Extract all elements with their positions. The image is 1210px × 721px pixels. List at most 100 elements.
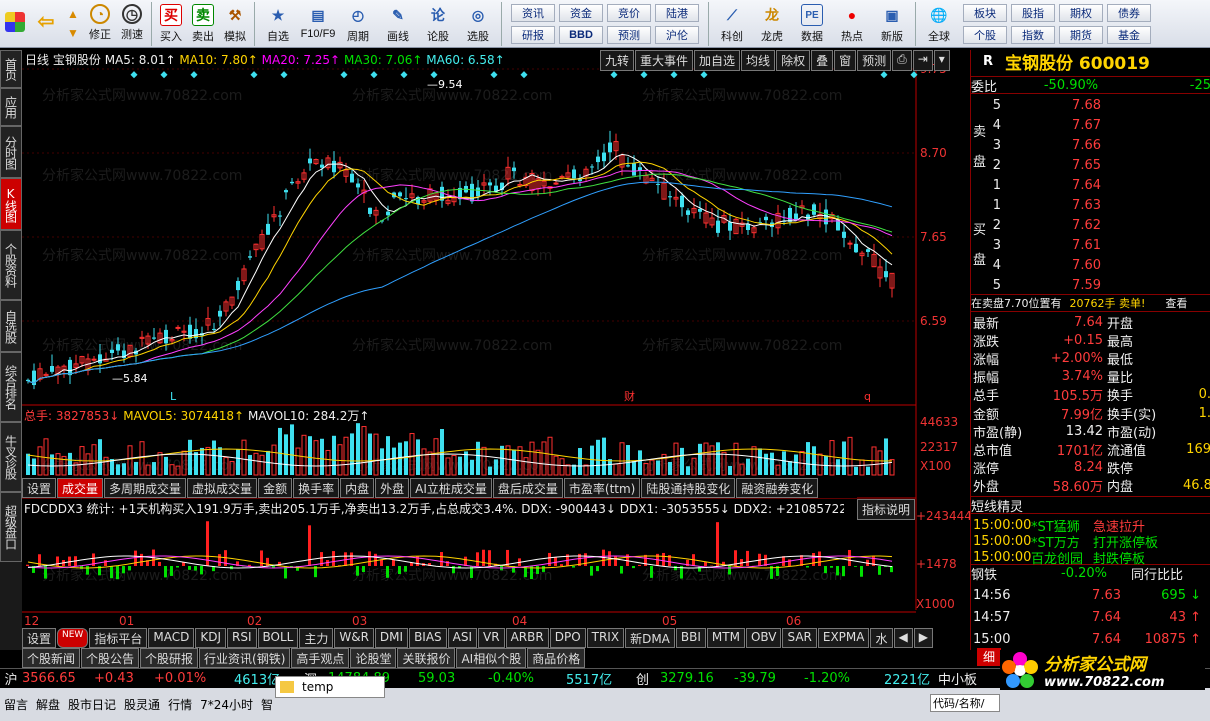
ind-rsi[interactable]: RSI <box>227 628 257 648</box>
ind-bbi[interactable]: BBI <box>675 628 706 648</box>
func-outer[interactable]: 外盘 <box>375 478 410 498</box>
diary-button[interactable]: 股市日记 <box>68 696 116 713</box>
tick-row[interactable]: 14:57 7.64 43 ↑ <box>971 608 1210 626</box>
scroll-right-icon[interactable]: ▶ <box>913 628 933 648</box>
indicator-help-button[interactable]: 指标说明 <box>857 499 916 520</box>
news-related[interactable]: 关联报价 <box>397 648 456 668</box>
ind-boll[interactable]: BOLL <box>257 628 299 648</box>
options-button[interactable]: 期权 <box>1059 4 1103 22</box>
tool-exright[interactable]: 除权 <box>776 50 811 71</box>
func-margin[interactable]: 融资融券变化 <box>736 478 819 498</box>
tick-row[interactable]: 15:00 7.64 10875 ↑ <box>971 630 1210 648</box>
futures-button[interactable]: 期货 <box>1059 26 1103 44</box>
tool-overlay[interactable]: 叠 <box>811 50 834 71</box>
func-hk-holdings[interactable]: 陆股通持股变化 <box>641 478 736 498</box>
dropdown-icon[interactable]: ▾ <box>933 50 950 71</box>
kline-chart[interactable]: 9.758.707.656.594463322317X100+243444+14… <box>22 50 972 632</box>
screener-button[interactable]: ◎ 选股 <box>458 0 498 46</box>
market-button[interactable]: 行情 <box>168 696 192 713</box>
ind-kdj[interactable]: KDJ <box>195 628 226 648</box>
news-button[interactable]: 资讯 <box>511 4 555 22</box>
speedtest-button[interactable]: ◷ 测速 <box>116 0 148 46</box>
func-volume[interactable]: 成交量 <box>57 478 104 498</box>
tab-stock-info[interactable]: 个股资料 <box>0 230 22 300</box>
draw-button[interactable]: ✎ 画线 <box>378 0 418 46</box>
buy-row[interactable]: 5 7.59 <box>971 276 1210 294</box>
stat-row[interactable]: 总手 105.5万 换手 0. <box>971 386 1210 404</box>
updown-icon[interactable]: ▲ ▼ <box>62 0 84 46</box>
stat-row[interactable]: 涨停 8.24 跌停 <box>971 459 1210 477</box>
tab-apps[interactable]: 应用 <box>0 88 22 126</box>
stat-row[interactable]: 涨幅 +2.00% 最低 <box>971 349 1210 368</box>
repair-button[interactable]: ◔ 修正 <box>84 0 116 46</box>
auction-button[interactable]: 竞价 <box>607 4 651 22</box>
ind-wr[interactable]: W&R <box>334 628 374 648</box>
ind-dmi[interactable]: DMI <box>374 628 409 648</box>
news-experts[interactable]: 高手观点 <box>291 648 350 668</box>
lock-icon[interactable]: ⎙ <box>892 50 912 71</box>
msg-button[interactable]: 留言 <box>4 696 28 713</box>
tool-add-watch[interactable]: 加自选 <box>694 50 741 71</box>
stocks-button[interactable]: 个股 <box>963 26 1007 44</box>
sell-row[interactable]: 5 7.68 <box>971 96 1210 114</box>
back-button[interactable]: ⇦ <box>30 0 62 46</box>
forecast-button[interactable]: 预测 <box>607 26 651 44</box>
sell-button[interactable]: 卖卖出 <box>187 0 219 46</box>
tab-watchlist[interactable]: 自选股 <box>0 300 22 352</box>
tool-forecast[interactable]: 预测 <box>857 50 892 71</box>
newver-button[interactable]: ▣ 新版 <box>872 0 912 46</box>
watchlist-button[interactable]: ★ 自选 <box>258 0 298 46</box>
tool-jiuzhuan[interactable]: 九转 <box>600 50 635 71</box>
sell-row[interactable]: 4 7.67 <box>971 116 1210 134</box>
news247-button[interactable]: 7*24小时 <box>200 696 253 713</box>
stat-row[interactable]: 市盈(静) 13.42 市盈(动) <box>971 422 1210 441</box>
sector-button[interactable]: 板块 <box>963 4 1007 22</box>
ind-mtm[interactable]: MTM <box>706 628 745 648</box>
buy-row[interactable]: 3 7.61 <box>971 236 1210 254</box>
news-commodity[interactable]: 商品价格 <box>527 648 586 668</box>
tool-ma[interactable]: 均线 <box>741 50 776 71</box>
hkconnect-button[interactable]: 陆港 <box>655 4 699 22</box>
f10-button[interactable]: ▤ F10/F9 <box>298 0 338 46</box>
star-market-button[interactable]: ⟋ 科创 <box>712 0 752 46</box>
smart-button[interactable]: 智 <box>261 696 273 713</box>
news-ai-similar[interactable]: AI相似个股 <box>456 648 527 668</box>
news-forum[interactable]: 论股堂 <box>350 648 397 668</box>
sector-compare[interactable]: 同行比比 <box>1131 564 1183 583</box>
code-search-input[interactable]: 代码/名称/ <box>930 694 1000 712</box>
ind-vr[interactable]: VR <box>478 628 505 648</box>
indices-button[interactable]: 指数 <box>1011 26 1055 44</box>
hot-button[interactable]: ● 热点 <box>832 0 872 46</box>
sell-row[interactable]: 3 7.66 <box>971 136 1210 154</box>
global-button[interactable]: 🌐 全球 <box>919 0 959 46</box>
ind-dpo[interactable]: DPO <box>549 628 586 648</box>
stat-row[interactable]: 最新 7.64 开盘 <box>971 313 1210 332</box>
stat-row[interactable]: 总市值 1701亿 流通值 169 <box>971 440 1210 459</box>
tick-detail-tab[interactable]: 细 <box>977 648 1001 666</box>
funds-list-button[interactable]: 基金 <box>1107 26 1151 44</box>
scroll-left-icon[interactable]: ◀ <box>893 628 913 648</box>
analysis-button[interactable]: 解盘 <box>36 696 60 713</box>
forum-button[interactable]: 论论股 <box>418 0 458 46</box>
stat-row[interactable]: 外盘 58.60万 内盘 46.8 <box>971 477 1210 495</box>
func-multiperiod-volume[interactable]: 多周期成交量 <box>104 478 187 498</box>
func-settings[interactable]: 设置 <box>22 478 57 498</box>
ind-platform[interactable]: 指标平台 <box>89 628 148 648</box>
ind-settings[interactable]: 设置 <box>22 628 57 648</box>
ind-obv[interactable]: OBV <box>745 628 782 648</box>
func-amount[interactable]: 金额 <box>258 478 293 498</box>
tab-super-quote[interactable]: 超级盘口 <box>0 492 22 562</box>
tab-diagnosis[interactable]: 牛叉诊股 <box>0 422 22 492</box>
tab-ranking[interactable]: 综合排名 <box>0 352 22 422</box>
buy-row[interactable]: 1 7.63 <box>971 196 1210 214</box>
ind-asi[interactable]: ASI <box>447 628 478 648</box>
view-button[interactable]: 查看 <box>1165 295 1187 311</box>
func-ai-volume[interactable]: AI立桩成交量 <box>410 478 492 498</box>
sell-row[interactable]: 1 7.64 <box>971 176 1210 194</box>
simulate-button[interactable]: ⚒ 模拟 <box>219 0 251 46</box>
func-pe-ttm[interactable]: 市盈率(ttm) <box>563 478 641 498</box>
tab-home[interactable]: 首页 <box>0 50 22 88</box>
tab-kline[interactable]: K线图 <box>0 178 22 230</box>
ind-arbr[interactable]: ARBR <box>505 628 549 648</box>
ind-expma[interactable]: EXPMA <box>817 628 870 648</box>
